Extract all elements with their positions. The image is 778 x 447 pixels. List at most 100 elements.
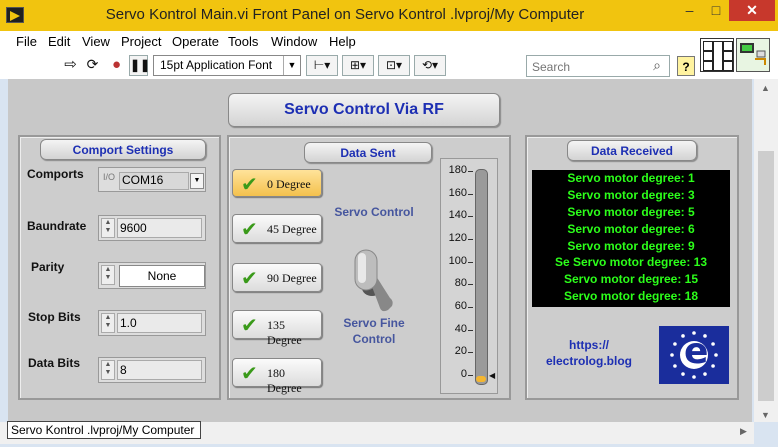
slider-tick-mark <box>468 216 473 218</box>
slider-tick-mark <box>468 171 473 172</box>
pause-icon[interactable]: ❚❚ <box>129 55 150 76</box>
close-button[interactable]: ✕ <box>729 0 775 21</box>
menu-operate[interactable]: Operate <box>172 34 219 49</box>
parity-label: Parity <box>31 260 65 274</box>
list-item: Servo motor degree: 1 <box>567 171 695 185</box>
servo-toggle-switch[interactable] <box>346 246 402 316</box>
scroll-up-icon[interactable]: ▲ <box>761 83 770 93</box>
slider-track[interactable] <box>475 169 488 385</box>
parity-value[interactable]: None <box>119 265 205 287</box>
chevron-down-icon[interactable]: ▼ <box>190 173 204 189</box>
slider-tick-mark <box>468 375 473 376</box>
spinner-icon[interactable]: ▲ ▼ <box>101 313 115 333</box>
0-degree-button[interactable]: ✔ 0 Degree <box>232 169 322 197</box>
spinner-icon[interactable]: ▲ ▼ <box>101 218 115 238</box>
menu-file[interactable]: File <box>16 34 37 49</box>
data-received-display[interactable]: Servo motor degree: 1 Servo motor degree… <box>532 170 730 307</box>
search-box[interactable]: ⌕ <box>526 55 670 77</box>
databits-value[interactable]: 8 <box>117 360 202 380</box>
font-select[interactable]: 15pt Application Font ▼ <box>153 55 301 76</box>
servo-fine-slider[interactable]: 180 160 140 120 100 80 60 40 20 0 ◀ <box>440 158 498 394</box>
abort-icon[interactable]: ● <box>107 55 126 76</box>
slider-thumb[interactable] <box>476 376 486 382</box>
databits-numeric[interactable]: ▲ ▼ 8 <box>98 357 206 383</box>
scroll-right-icon[interactable]: ▶ <box>740 426 747 437</box>
scrollbar-thumb[interactable] <box>758 151 774 401</box>
slider-tick-label: 60 <box>454 300 467 312</box>
list-item: Servo motor degree: 9 <box>567 238 695 253</box>
resize-objects-icon[interactable]: ⊡▾ <box>378 55 410 76</box>
distribute-objects-icon[interactable]: ⊞▾ <box>342 55 374 76</box>
slider-tick-mark <box>468 193 473 195</box>
connector-pane-icon[interactable] <box>700 38 734 72</box>
servo-control-label: Servo Control <box>334 205 414 219</box>
search-icon[interactable]: ⌕ <box>653 57 661 74</box>
slider-tick-label: 120 <box>448 232 467 244</box>
button-label: 135 Degree <box>267 318 302 347</box>
labview-run-icon <box>6 7 24 23</box>
stopbits-value[interactable]: 1.0 <box>117 313 202 333</box>
menu-edit[interactable]: Edit <box>48 34 70 49</box>
checkmark-icon: ✔ <box>241 172 258 196</box>
vi-icon[interactable] <box>736 38 770 72</box>
vertical-scrollbar[interactable]: ▲ ▼ <box>754 79 778 422</box>
menu-help[interactable]: Help <box>329 34 356 49</box>
maximize-button[interactable]: □ <box>703 0 729 21</box>
font-select-value: 15pt Application Font <box>160 58 273 72</box>
slider-tick-label: 40 <box>454 322 467 335</box>
list-item: Se Servo motor degree: 13 <box>554 255 708 270</box>
comports-value: COM16 <box>119 172 189 190</box>
slider-tick-label: 20 <box>454 345 467 358</box>
135-degree-button[interactable]: ✔ 135 Degree <box>232 310 322 347</box>
slider-tick-label: 100 <box>448 254 467 267</box>
45-degree-button[interactable]: ✔ 45 Degree <box>232 214 322 243</box>
slider-tick-label: 180 <box>448 164 467 176</box>
parity-ring[interactable]: ▲ ▼ None <box>98 262 206 289</box>
databits-label: Data Bits <box>28 356 81 370</box>
menu-window[interactable]: Window <box>271 34 317 49</box>
90-degree-button[interactable]: ✔ 90 Degree <box>232 263 322 292</box>
comport-settings-header: Comport Settings <box>40 139 206 160</box>
checkmark-icon: ✔ <box>241 217 258 241</box>
run-arrow-icon[interactable]: ⇨ <box>61 55 80 76</box>
scroll-down-icon[interactable]: ▼ <box>761 410 770 420</box>
page-title: Servo Control Via RF <box>228 93 500 127</box>
menu-tools[interactable]: Tools <box>228 34 258 49</box>
checkmark-icon: ✔ <box>241 313 258 337</box>
data-sent-header: Data Sent <box>304 142 432 163</box>
slider-tick-label: 160 <box>448 186 467 199</box>
baudrate-value[interactable]: 9600 <box>117 218 202 238</box>
title-bar: Servo Kontrol Main.vi Front Panel on Ser… <box>0 0 778 31</box>
checkmark-icon: ✔ <box>241 361 258 385</box>
align-objects-icon[interactable]: ⊢▾ <box>306 55 338 76</box>
run-continuously-icon[interactable]: ⟳ <box>83 55 102 76</box>
baudrate-label: Baundrate <box>27 219 87 233</box>
slider-tick-mark <box>468 329 473 331</box>
reorder-icon[interactable]: ⟲▾ <box>414 55 446 76</box>
search-input[interactable] <box>530 57 646 77</box>
minimize-button[interactable]: – <box>676 0 703 21</box>
io-icon: I/O <box>103 172 116 182</box>
list-item: Servo motor degree: 6 <box>567 221 695 236</box>
spinner-icon[interactable]: ▲ ▼ <box>101 360 115 380</box>
context-help-button[interactable]: ? <box>677 56 695 76</box>
baudrate-numeric[interactable]: ▲ ▼ 9600 <box>98 215 206 241</box>
slider-tick-mark <box>468 352 473 354</box>
website-label: https:// electrolog.blog <box>545 338 632 368</box>
list-item: Servo motor degree: 18 <box>563 289 699 304</box>
logo-letter: e <box>684 331 709 372</box>
slider-indicator-icon: ◀ <box>489 371 496 380</box>
slider-tick-mark <box>468 239 473 240</box>
button-label: 0 Degree <box>267 177 311 191</box>
list-item: Servo motor degree: 15 <box>563 272 699 287</box>
toolbar: ⇨ ⟳ ● ❚❚ 15pt Application Font ▼ ⊢▾ ⊞▾ ⊡… <box>0 51 778 79</box>
180-degree-button[interactable]: ✔ 180 Degree <box>232 358 322 395</box>
menu-project[interactable]: Project <box>121 34 161 49</box>
menu-view[interactable]: View <box>82 34 110 49</box>
comports-select[interactable]: I/O COM16 ▼ <box>98 167 206 192</box>
stopbits-numeric[interactable]: ▲ ▼ 1.0 <box>98 310 206 336</box>
button-label: 45 Degree <box>267 222 317 236</box>
spinner-icon[interactable]: ▲ ▼ <box>101 265 115 285</box>
slider-tick-mark <box>468 307 473 308</box>
servo-fine-control-label: Servo Fine Control <box>343 316 405 346</box>
